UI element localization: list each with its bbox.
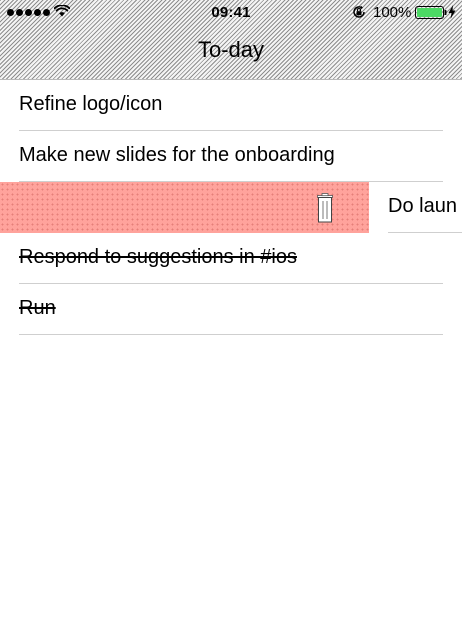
status-bar: 09:41 100% bbox=[0, 0, 462, 26]
task-row-completed[interactable]: Respond to suggestions in #ios bbox=[0, 233, 462, 284]
navigation-header: 09:41 100% To-day bbox=[0, 0, 462, 80]
task-label: Respond to suggestions in #ios bbox=[19, 246, 297, 268]
trash-icon[interactable] bbox=[316, 193, 334, 223]
task-label: Do laun bbox=[388, 195, 457, 217]
task-label: Make new slides for the onboarding bbox=[19, 144, 335, 166]
battery-icon bbox=[415, 6, 447, 19]
task-label: Refine logo/icon bbox=[19, 93, 163, 115]
delete-action[interactable] bbox=[0, 182, 369, 233]
task-row-completed[interactable]: Run bbox=[0, 284, 462, 335]
orientation-lock-icon bbox=[353, 5, 365, 18]
task-label: Run bbox=[19, 297, 56, 319]
battery-percentage: 100% bbox=[373, 4, 412, 21]
charging-bolt-icon bbox=[448, 5, 456, 19]
page-title: To-day bbox=[197, 37, 265, 62]
task-row[interactable]: Refine logo/icon bbox=[0, 80, 462, 131]
task-row-swiped[interactable]: Do laun bbox=[0, 182, 462, 233]
task-list: Refine logo/icon Make new slides for the… bbox=[0, 80, 462, 335]
task-row[interactable]: Make new slides for the onboarding bbox=[0, 131, 462, 182]
